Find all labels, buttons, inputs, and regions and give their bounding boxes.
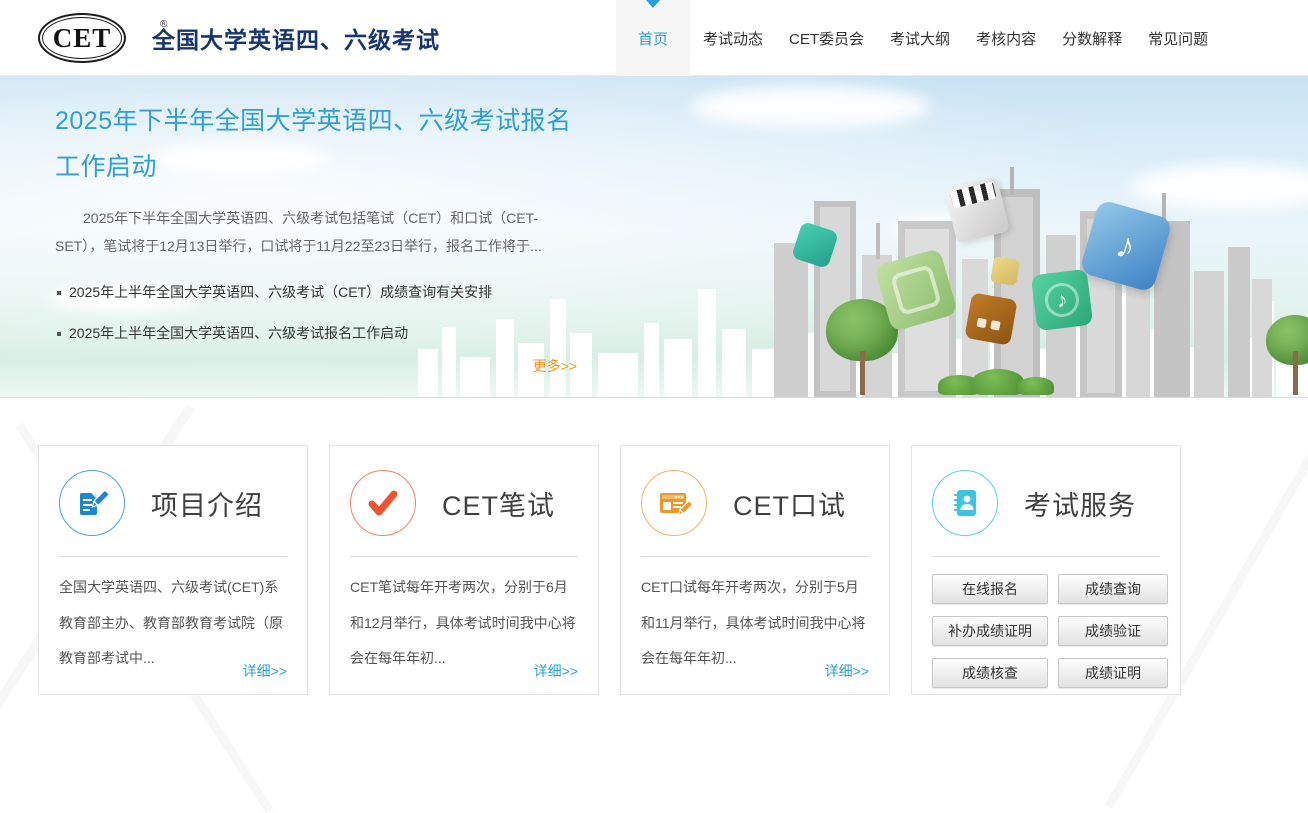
nav-label: 考试动态 [703,28,763,49]
gold-cube-illustration [990,256,1020,286]
nav-item-home[interactable]: 首页 [616,0,690,76]
hero-summary: 2025年下半年全国大学英语四、六级考试包括笔试（CET）和口试（CET-SET… [55,204,577,260]
checkmark-icon [350,470,416,536]
cards-section: 项目介绍 全国大学英语四、六级考试(CET)系教育部主办、教育部教育考试院（原教… [0,398,1308,718]
main-nav: 首页 考试动态 CET委员会 考试大纲 考核内容 分数解释 常见问题 [616,0,1221,76]
registered-trademark-symbol: ® [160,19,167,30]
card-divider [641,556,869,557]
card-divider [932,556,1160,557]
card-title: 项目介绍 [151,484,263,523]
news-item[interactable]: 2025年上半年全国大学英语四、六级考试（CET）成绩查询有关安排 [55,272,577,313]
nav-label: 考核内容 [976,28,1036,49]
card-title: CET笔试 [442,484,555,523]
nav-item-exam-news[interactable]: 考试动态 [690,0,776,76]
cet-logo-oval-icon: CET [38,13,126,63]
card-header: CET笔试 [350,462,578,544]
score-certificate-button[interactable]: 成绩证明 [1058,658,1168,688]
music-note-icon: ♪ [1055,286,1069,313]
logo-text: CET [53,23,112,54]
music-note-icon: ♪ [1112,223,1141,268]
score-recheck-button[interactable]: 成绩核查 [932,658,1048,688]
more-link[interactable]: 更多>> [55,356,577,376]
site-title: 全国大学英语四、六级考试 [152,21,440,55]
hero-content: 2025年下半年全国大学英语四、六级考试报名工作启动 2025年下半年全国大学英… [55,98,577,376]
reissue-score-certificate-button[interactable]: 补办成绩证明 [932,616,1048,646]
card-title: 考试服务 [1024,484,1136,523]
tree-illustration [1266,307,1308,395]
site-logo[interactable]: CET ® 全国大学英语四、六级考试 [38,13,440,63]
hero-banner: ♪ ♪ 2025年下半年全国大学英语四、六级考试报名工作启动 2025年下半年全… [0,76,1308,398]
bush-illustration [972,369,1024,395]
header: CET ® 全国大学英语四、六级考试 首页 考试动态 CET委员会 考试大纲 考… [0,0,1308,76]
document-pencil-icon [59,470,125,536]
nav-item-assessment-content[interactable]: 考核内容 [963,0,1049,76]
cloud-illustration [690,86,930,128]
card-cet-oral-test: CET口试 CET口试每年开考两次，分别于5月和11月举行，具体考试时间我中心将… [620,445,890,695]
nav-label: 常见问题 [1148,28,1208,49]
cards-row: 项目介绍 全国大学英语四、六级考试(CET)系教育部主办、教育部教育考试院（原教… [0,398,1308,695]
nav-item-faq[interactable]: 常见问题 [1135,0,1221,76]
hero-headline[interactable]: 2025年下半年全国大学英语四、六级考试报名工作启动 [55,98,577,191]
card-exam-services: 考试服务 在线报名 成绩查询 补办成绩证明 成绩验证 成绩核查 成绩证明 [911,445,1181,695]
card-project-intro: 项目介绍 全国大学英语四、六级考试(CET)系教育部主办、教育部教育考试院（原教… [38,445,308,695]
card-header: 考试服务 [932,462,1160,544]
active-tab-arrow-icon [646,0,660,15]
notebook-person-icon [932,470,998,536]
nav-label: 考试大纲 [890,28,950,49]
score-query-button[interactable]: 成绩查询 [1058,574,1168,604]
card-cet-written-test: CET笔试 CET笔试每年开考两次，分别于6月和12月举行，具体考试时间我中心将… [329,445,599,695]
nav-item-exam-syllabus[interactable]: 考试大纲 [877,0,963,76]
card-header: CET口试 [641,462,869,544]
detail-link[interactable]: 详细>> [243,661,287,681]
detail-link[interactable]: 详细>> [534,661,578,681]
nav-label: 首页 [638,28,668,49]
nav-label: 分数解释 [1062,28,1122,49]
news-list: 2025年上半年全国大学英语四、六级考试（CET）成绩查询有关安排 2025年上… [55,272,577,355]
news-item[interactable]: 2025年上半年全国大学英语四、六级考试报名工作启动 [55,313,577,354]
nav-label: CET委员会 [789,28,864,49]
green-music-cube-illustration: ♪ [1031,269,1093,331]
nav-item-score-interpretation[interactable]: 分数解释 [1049,0,1135,76]
card-title: CET口试 [733,484,846,523]
service-buttons: 在线报名 成绩查询 补办成绩证明 成绩验证 成绩核查 成绩证明 [932,574,1160,688]
nav-item-cet-committee[interactable]: CET委员会 [776,0,877,76]
detail-link[interactable]: 详细>> [825,661,869,681]
card-header: 项目介绍 [59,462,287,544]
bush-illustration [1018,377,1054,395]
browser-pencil-icon [641,470,707,536]
score-verification-button[interactable]: 成绩验证 [1058,616,1168,646]
card-divider [59,556,287,557]
card-divider [350,556,578,557]
brown-cube-illustration [964,292,1017,345]
online-registration-button[interactable]: 在线报名 [932,574,1048,604]
